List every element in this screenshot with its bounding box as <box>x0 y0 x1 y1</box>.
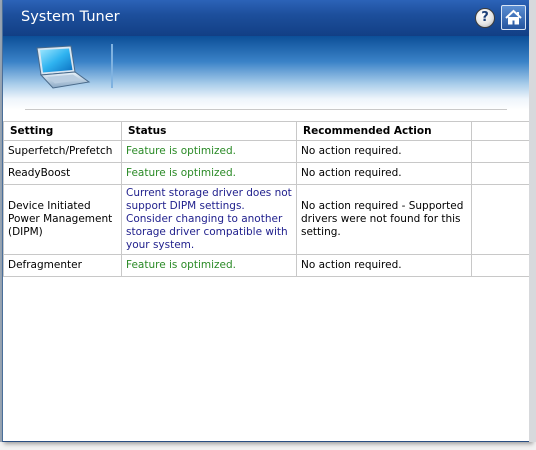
home-icon <box>505 9 522 25</box>
table-row[interactable]: Superfetch/Prefetch Feature is optimized… <box>3 140 530 163</box>
action-cell: No action required - Supported drivers w… <box>296 184 472 255</box>
setting-cell: Device Initiated Power Management (DIPM) <box>3 184 122 255</box>
column-header-recommended-action[interactable]: Recommended Action <box>296 121 472 141</box>
header-banner <box>3 36 530 110</box>
window-title: System Tuner <box>21 9 120 25</box>
setting-cell: Superfetch/Prefetch <box>3 140 122 163</box>
home-button[interactable] <box>501 5 526 30</box>
action-cell: No action required. <box>296 254 472 277</box>
status-cell: Feature is optimized. <box>121 140 297 163</box>
status-cell: Feature is optimized. <box>121 254 297 277</box>
action-cell: No action required. <box>296 140 472 163</box>
title-bar[interactable]: System Tuner ? <box>3 0 530 36</box>
help-icon: ? <box>481 10 489 25</box>
system-tuner-window: System Tuner ? Setting Status Recommende… <box>2 0 531 442</box>
column-header-extra[interactable] <box>471 121 530 141</box>
setting-cell: Defragmenter <box>3 254 122 277</box>
extra-cell <box>471 254 530 277</box>
laptop-icon <box>36 45 91 89</box>
setting-cell: ReadyBoost <box>3 162 122 185</box>
background-window-strip <box>0 442 536 450</box>
action-cell: No action required. <box>296 162 472 185</box>
table-row[interactable]: Device Initiated Power Management (DIPM)… <box>3 184 530 255</box>
status-cell: Feature is optimized. <box>121 162 297 185</box>
extra-cell <box>471 140 530 163</box>
table-row[interactable]: Defragmenter Feature is optimized. No ac… <box>3 254 530 277</box>
column-header-setting[interactable]: Setting <box>3 121 122 141</box>
separator-line <box>25 109 507 110</box>
status-cell: Current storage driver does not support … <box>121 184 297 255</box>
help-button[interactable]: ? <box>475 8 495 28</box>
window-edge <box>529 0 536 442</box>
table-row[interactable]: ReadyBoost Feature is optimized. No acti… <box>3 162 530 185</box>
extra-cell <box>471 162 530 185</box>
banner-divider <box>111 44 113 88</box>
table-header-row: Setting Status Recommended Action <box>3 121 530 141</box>
settings-table: Setting Status Recommended Action Superf… <box>3 121 530 277</box>
column-header-status[interactable]: Status <box>121 121 297 141</box>
extra-cell <box>471 184 530 255</box>
